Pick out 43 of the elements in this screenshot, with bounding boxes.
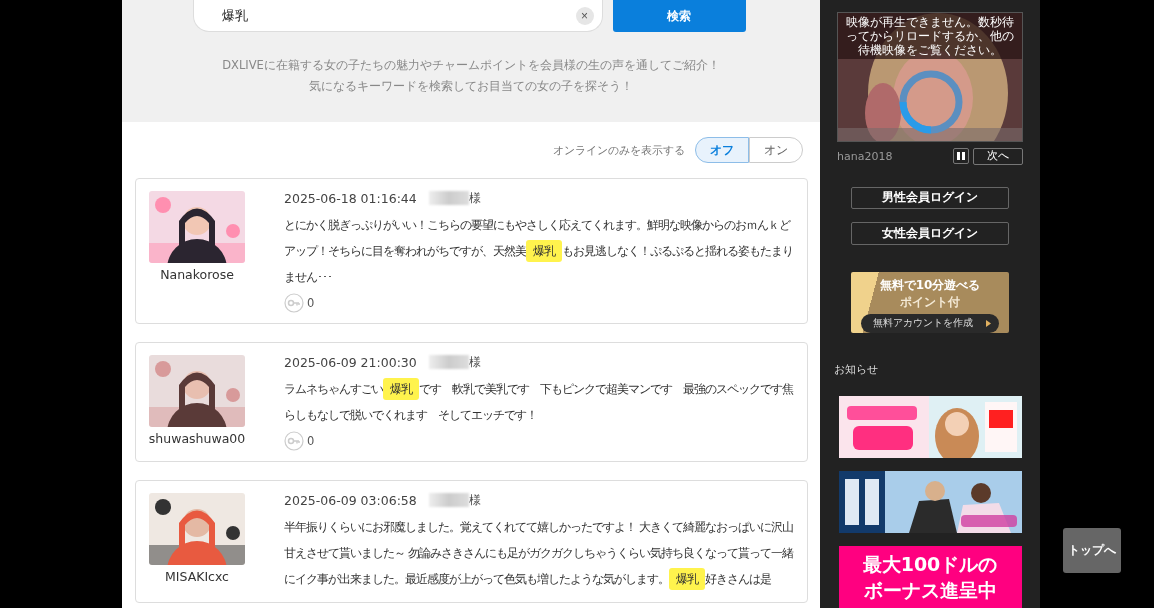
caret-icon [986,319,991,327]
review-date: 2025-06-18 01:16:44 [284,190,417,206]
next-button[interactable]: 次へ [973,147,1023,165]
bonus-banner[interactable]: 最大100ドルの ボーナス進呈中 [838,546,1022,608]
filter-label: オンラインのみを表示する [553,142,685,158]
review-text: 半年振りくらいにお邪魔しました。覚えてくれてて嬉しかったですよ！ 大きくて綺麗なおっぱいに沢山甘えさせて貰いました～ 勿論みさきさんにも足がガクガクしちゃうくらい気持ち良くなって貰って一緒にイク事が出来ました。最近感度が上がって色気も増したような気がします。 爆乳 好きさんは是 [284,514,795,592]
video-message: 映像が再生できません。数秒待ってからリロードするか、他の待機映像をご覧ください。 [838,13,1022,59]
review-text: とにかく脱ぎっぷりがいい！こちらの要望にもやさしく応えてくれます。鮮明な映像からのおｍんｋどアップ！そちらに目を奪われがちですが、天然美 爆乳 もお見逃しなく！ぷるぷると揺れる姿もたまりません･･･ [284,217,794,286]
redacted-name [428,355,469,369]
promo-banner[interactable]: 無料で10分遊べる ポイント付 無料アカウントを作成 [851,271,1009,333]
pause-icon [957,152,965,161]
clear-button[interactable]: × [575,6,594,25]
search-field[interactable]: 爆乳 × [192,0,603,32]
search-button[interactable]: 検索 [612,0,746,32]
login-button[interactable]: 女性会員ログイン [851,222,1009,245]
key-icon[interactable] [284,293,304,313]
performer-name[interactable]: MISAKIcxc [165,569,229,584]
toggle-option[interactable]: オフ [695,137,749,163]
intro-text: 気になるキーワードを検索してお目当ての女の子を探そう！ [309,79,633,94]
performer-name[interactable]: shuwashuwa00 [148,431,246,446]
pause-button[interactable] [953,148,969,165]
toggle-option[interactable]: オン [749,137,803,163]
review-text: ラムネちゃんすごい 爆乳 です 軟乳で美乳です 下もピンクで超美マンです 最強のスペックです焦らしもなしで脱いでくれます そしてエッチです！ [284,376,795,428]
news-heading: お知らせ [834,362,878,377]
performer-name[interactable]: Nanakorose [160,267,234,282]
intro-text: DXLIVEに在籍する女の子たちの魅力やチャームポイントを会員様の生の声を通してご紹介！ [222,58,720,73]
honorific: 様 [468,189,481,207]
promo-subtitle: ポイント付 [900,293,960,311]
like-count: 0 [307,434,315,448]
promo-title: 無料で10分遊べる [879,276,981,294]
review-date: 2025-06-09 03:06:58 [284,492,417,508]
create-account-button[interactable]: 無料アカウントを作成 [861,313,999,333]
like-count: 0 [307,296,315,310]
login-button[interactable]: 男性会員ログイン [851,186,1009,210]
back-to-top-button[interactable]: トップへ [1063,528,1121,573]
honorific: 様 [468,491,481,509]
review-date: 2025-06-09 21:00:30 [284,354,417,370]
honorific: 様 [468,353,481,371]
performer-name[interactable]: hana2018 [837,149,953,163]
loading-spinner-icon [898,69,964,135]
key-icon[interactable] [284,431,304,451]
redacted-name [428,191,469,205]
redacted-name [428,493,469,507]
